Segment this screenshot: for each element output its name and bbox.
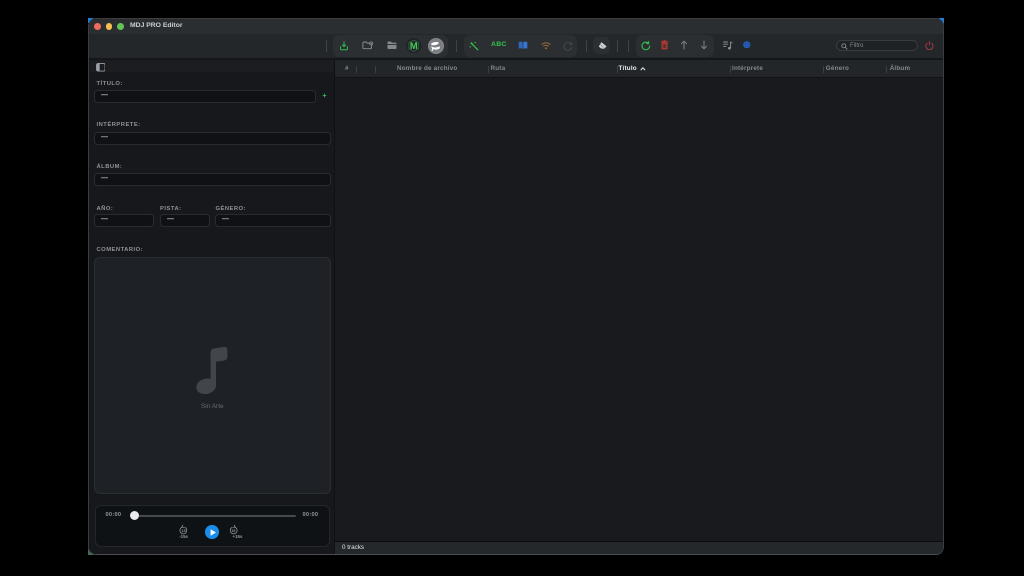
svg-text:M: M (410, 41, 418, 51)
svg-text:15: 15 (182, 529, 186, 533)
svg-text:15: 15 (231, 529, 235, 533)
